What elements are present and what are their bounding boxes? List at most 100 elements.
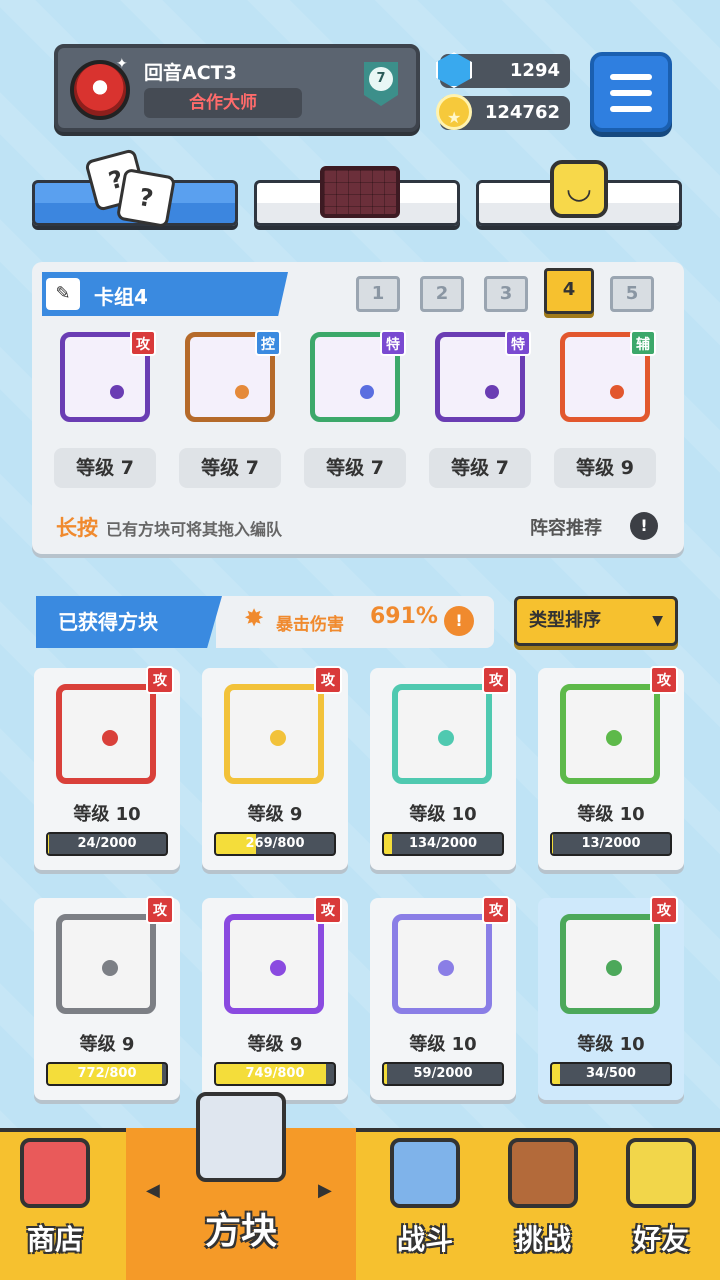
block-level: 等级 10 (73, 804, 141, 825)
deck-slot[interactable]: 特 (429, 322, 531, 426)
block-dot (606, 730, 622, 746)
block-dot (235, 385, 249, 399)
deck-slot-level: 等级 7 (179, 448, 281, 488)
crit-damage-label: 暴击伤害 (276, 615, 344, 635)
block-dot (102, 730, 118, 746)
lineup-recommend-button[interactable]: 阵容推荐 (530, 514, 602, 540)
deck-tab-5[interactable]: 5 (610, 276, 654, 312)
deck-slot-level: 等级 7 (304, 448, 406, 488)
nav-blocks[interactable]: 方块 (126, 1092, 356, 1280)
block-art (56, 914, 156, 1014)
emblem-icon: ✦ (116, 56, 128, 72)
progress-bar: 269/800 (214, 832, 336, 856)
nav-challenge-label: 挑战 (514, 1223, 571, 1256)
attack-badge: 攻 (146, 896, 174, 924)
menu-button[interactable] (590, 52, 672, 132)
gem-amount: 1294 (509, 60, 560, 81)
block-level: 等级 9 (247, 1034, 303, 1055)
block-card[interactable]: 攻等级 10 13/2000 (538, 666, 684, 870)
player-avatar[interactable]: ✦ (70, 56, 130, 120)
block-art (224, 914, 324, 1014)
crit-damage-value: 691% (370, 604, 438, 629)
level-ribbon-icon: 7 (364, 62, 398, 106)
progress-text: 269/800 (245, 836, 305, 851)
board-icon (320, 166, 400, 218)
block-level: 等级 10 (409, 1034, 477, 1055)
block-card[interactable]: 攻等级 9 749/800 (202, 896, 348, 1100)
progress-text: 59/2000 (413, 1066, 473, 1081)
signpost-icon (508, 1138, 578, 1208)
progress-bar: 24/2000 (46, 832, 168, 856)
type-badge: 攻 (130, 330, 156, 356)
info-icon[interactable]: ! (630, 512, 658, 540)
attack-badge: 攻 (314, 666, 342, 694)
nav-friends[interactable]: 好友 (602, 1128, 720, 1280)
block-dot (110, 385, 124, 399)
sort-label: 类型排序 (529, 610, 601, 631)
deck-slot[interactable]: 辅 (554, 322, 656, 426)
block-level: 等级 10 (577, 1034, 645, 1055)
progress-text: 772/800 (77, 1066, 137, 1081)
block-level: 等级 9 (79, 1034, 135, 1055)
block-dot (270, 960, 286, 976)
block-card[interactable]: 攻等级 10 59/2000 (370, 896, 516, 1100)
hint-long-press: 长按 (56, 516, 98, 540)
block-dot (606, 960, 622, 976)
deck-tab-1[interactable]: 1 (356, 276, 400, 312)
nav-battle[interactable]: 战斗 (366, 1128, 484, 1280)
progress-bar: 13/2000 (550, 832, 672, 856)
type-badge: 辅 (630, 330, 656, 356)
deck-slot[interactable]: 特 (304, 322, 406, 426)
block-dice-icon (196, 1092, 286, 1182)
deck-slot[interactable]: 控 (179, 322, 281, 426)
block-dot (360, 385, 374, 399)
block-art (560, 684, 660, 784)
attack-badge: 攻 (482, 896, 510, 924)
coin-counter[interactable]: 124762 (436, 94, 570, 135)
crit-info-icon[interactable]: ! (444, 606, 474, 636)
burst-icon: ✸ (244, 604, 265, 632)
block-level: 等级 10 (409, 804, 477, 825)
block-card[interactable]: 攻等级 9 269/800 (202, 666, 348, 870)
player-title: 合作大师 (144, 88, 302, 118)
nav-shop-label: 商店 (26, 1223, 83, 1256)
type-badge: 控 (255, 330, 281, 356)
sort-dropdown[interactable]: 类型排序 ▼ (514, 596, 678, 646)
edit-pencil-icon[interactable]: ✎ (46, 278, 80, 310)
nav-shop[interactable]: 商店 (0, 1128, 110, 1280)
menu-icon (610, 74, 652, 80)
nav-right-arrow-icon: ▶ (318, 1180, 332, 1201)
block-dot (485, 385, 499, 399)
attack-badge: 攻 (482, 666, 510, 694)
block-level: 等级 10 (577, 804, 645, 825)
player-profile-card[interactable]: ✦ 回音ACT3 合作大师 7 (54, 44, 420, 132)
block-dot (102, 960, 118, 976)
dice-icon: ? (115, 167, 177, 229)
block-card[interactable]: 攻等级 10 34/500 (538, 896, 684, 1100)
coin-icon (436, 94, 472, 135)
block-dot (270, 730, 286, 746)
progress-text: 749/800 (245, 1066, 305, 1081)
coin-amount: 124762 (484, 102, 560, 123)
player-level: 7 (369, 67, 393, 91)
deck-slot[interactable]: 攻 (54, 322, 156, 426)
block-art (560, 914, 660, 1014)
attack-badge: 攻 (146, 666, 174, 694)
deck-tab-4[interactable]: 4 (544, 268, 594, 314)
deck-name: 卡组4 (94, 285, 148, 309)
shop-icon (20, 1138, 90, 1208)
block-dot (438, 960, 454, 976)
progress-bar: 134/2000 (382, 832, 504, 856)
block-card[interactable]: 攻等级 9 772/800 (34, 896, 180, 1100)
gem-counter[interactable]: 1294 (436, 52, 570, 88)
smile-face-icon: ◡ (550, 160, 608, 218)
deck-slot-level: 等级 7 (54, 448, 156, 488)
block-card[interactable]: 攻等级 10 134/2000 (370, 666, 516, 870)
attack-badge: 攻 (650, 896, 678, 924)
deck-tab-3[interactable]: 3 (484, 276, 528, 312)
block-card[interactable]: 攻等级 10 24/2000 (34, 666, 180, 870)
block-level: 等级 9 (247, 804, 303, 825)
nav-challenge[interactable]: 挑战 (484, 1128, 602, 1280)
gem-icon (436, 52, 472, 88)
deck-tab-2[interactable]: 2 (420, 276, 464, 312)
